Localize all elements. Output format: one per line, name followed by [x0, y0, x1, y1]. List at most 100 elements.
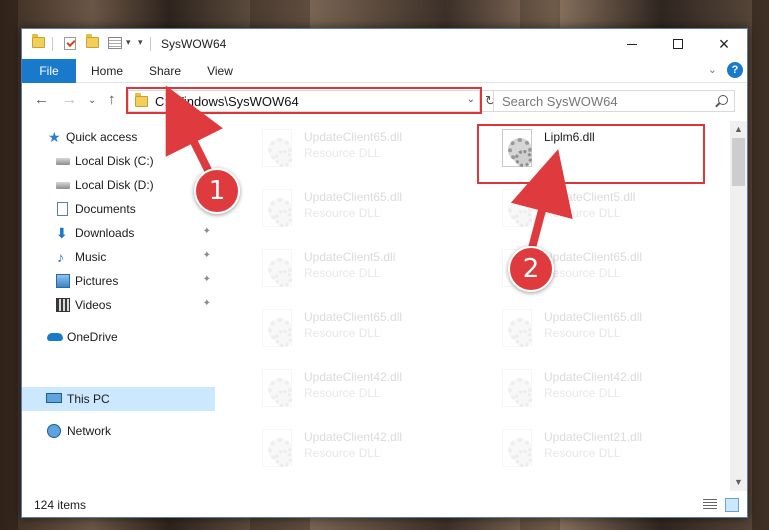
new-folder-icon[interactable]: [86, 34, 99, 48]
file-tile[interactable]: UpdateClient65.dll Resource DLL: [256, 125, 484, 185]
sidebar-item-downloads[interactable]: ⬇ Downloads ✦: [22, 221, 215, 245]
drive-icon: [56, 158, 70, 165]
file-tile[interactable]: UpdateClient65.dll Resource DLL: [496, 305, 724, 365]
pin-icon[interactable]: ✦: [203, 226, 211, 237]
file-type: Resource DLL: [544, 326, 621, 340]
background-tree: [752, 0, 769, 530]
forward-button[interactable]: →: [62, 91, 77, 108]
close-button[interactable]: ×: [701, 29, 747, 59]
file-tile[interactable]: UpdateClient65.dll Resource DLL: [256, 305, 484, 365]
file-type: Resource DLL: [304, 386, 381, 400]
sidebar-item-label: Local Disk (D:): [75, 178, 154, 192]
file-tile[interactable]: UpdateClient5.dll Resource DLL: [496, 185, 724, 245]
file-tile[interactable]: UpdateClient42.dll Resource DLL: [256, 425, 484, 485]
sidebar-item-label: Quick access: [66, 130, 138, 144]
status-bar: 124 items: [22, 493, 747, 517]
help-icon[interactable]: ?: [727, 62, 743, 78]
sidebar-item-local-disk-d[interactable]: Local Disk (D:): [22, 173, 215, 197]
tab-share[interactable]: Share: [142, 59, 188, 83]
navigation-pane: ★ Quick access Local Disk (C:) Local Dis…: [22, 121, 215, 491]
network-icon: [47, 424, 61, 438]
file-type: Resource DLL: [304, 206, 381, 220]
dll-file-icon: [262, 369, 292, 407]
separator: [52, 37, 53, 51]
dll-file-icon: [502, 369, 532, 407]
background-tree: [0, 0, 18, 530]
dll-file-icon: [502, 309, 532, 347]
sidebar-item-label: Pictures: [75, 274, 119, 288]
file-name: UpdateClient65.dll: [544, 310, 643, 324]
dll-file-icon: [262, 249, 292, 287]
sidebar-item-documents[interactable]: Documents ✦: [22, 197, 215, 221]
address-bar-highlight: [126, 87, 482, 114]
details-view-icon[interactable]: [703, 499, 717, 511]
scroll-thumb[interactable]: [732, 138, 745, 186]
file-type: Resource DLL: [544, 206, 621, 220]
scroll-down-icon[interactable]: ▼: [730, 474, 747, 491]
dll-file-icon: [262, 429, 292, 467]
download-icon: ⬇: [56, 225, 68, 241]
search-input[interactable]: Search SysWOW64: [493, 90, 735, 112]
dll-file-icon: [262, 189, 292, 227]
file-name: UpdateClient65.dll: [304, 310, 403, 324]
sidebar-item-label: Local Disk (C:): [75, 154, 154, 168]
item-count: 124 items: [34, 498, 87, 512]
customize-quick-access-icon[interactable]: ▾: [138, 37, 143, 48]
maximize-button[interactable]: [655, 29, 701, 59]
sidebar-item-music[interactable]: ♪ Music ✦: [22, 245, 215, 269]
folder-icon: [32, 34, 45, 48]
tiles-view-icon[interactable]: [725, 498, 739, 512]
sidebar-item-label: This PC: [67, 392, 110, 406]
sidebar-item-videos[interactable]: Videos ✦: [22, 293, 215, 317]
search-placeholder: Search SysWOW64: [502, 94, 618, 109]
file-tile[interactable]: UpdateClient21.dll Resource DLL: [496, 425, 724, 485]
pin-icon[interactable]: ✦: [203, 250, 211, 261]
separator: [150, 37, 151, 51]
tab-view[interactable]: View: [198, 59, 242, 83]
drive-icon: [56, 182, 70, 189]
expand-ribbon-icon[interactable]: ⌄: [708, 63, 717, 76]
sidebar-item-onedrive[interactable]: OneDrive: [22, 325, 215, 349]
pin-icon[interactable]: ✦: [203, 298, 211, 309]
file-tile[interactable]: UpdateClient5.dll Resource DLL: [256, 245, 484, 305]
file-tile[interactable]: UpdateClient42.dll Resource DLL: [256, 365, 484, 425]
sidebar-item-label: Music: [75, 250, 107, 264]
properties-icon[interactable]: [108, 37, 122, 49]
sidebar-item-local-disk-c[interactable]: Local Disk (C:): [22, 149, 215, 173]
properties-check-icon[interactable]: [64, 37, 76, 50]
back-button[interactable]: ←: [34, 91, 49, 108]
pc-icon: [46, 393, 62, 403]
minimize-icon: [627, 43, 637, 45]
sidebar-item-label: Downloads: [75, 226, 135, 240]
file-type: Resource DLL: [304, 446, 381, 460]
step-2-badge: 2: [508, 246, 554, 292]
sidebar-item-this-pc[interactable]: This PC: [22, 387, 215, 411]
file-tile[interactable]: UpdateClient42.dll Resource DLL: [496, 365, 724, 425]
tab-home[interactable]: Home: [84, 59, 130, 83]
tab-file[interactable]: File: [22, 59, 76, 83]
title-bar: ▾ ▾ SysWOW64 ×: [22, 29, 747, 59]
file-name: UpdateClient65.dll: [544, 250, 643, 264]
sidebar-item-quick-access[interactable]: ★ Quick access: [22, 125, 215, 149]
file-type: Resource DLL: [544, 266, 621, 280]
file-name: UpdateClient65.dll: [304, 190, 403, 204]
sidebar-item-pictures[interactable]: Pictures ✦: [22, 269, 215, 293]
up-button[interactable]: ↑: [108, 91, 116, 108]
sidebar-item-label: OneDrive: [67, 330, 118, 344]
sidebar-item-label: Network: [67, 424, 112, 438]
file-type: Resource DLL: [304, 326, 381, 340]
star-icon: ★: [48, 129, 61, 145]
file-name: UpdateClient5.dll: [544, 190, 636, 204]
scroll-up-icon[interactable]: ▲: [730, 121, 747, 138]
sidebar-item-label: Documents: [75, 202, 136, 216]
file-tile[interactable]: UpdateClient65.dll Resource DLL: [256, 185, 484, 245]
minimize-button[interactable]: [609, 29, 655, 59]
file-name: UpdateClient42.dll: [544, 370, 643, 384]
sidebar-item-network[interactable]: Network: [22, 419, 215, 443]
recent-locations-button[interactable]: ⌄: [88, 95, 96, 106]
dll-file-icon: [262, 309, 292, 347]
pictures-icon: [56, 274, 70, 288]
pin-icon[interactable]: ✦: [203, 274, 211, 285]
videos-icon: [56, 298, 70, 312]
vertical-scrollbar[interactable]: ▲ ▼: [730, 121, 747, 491]
